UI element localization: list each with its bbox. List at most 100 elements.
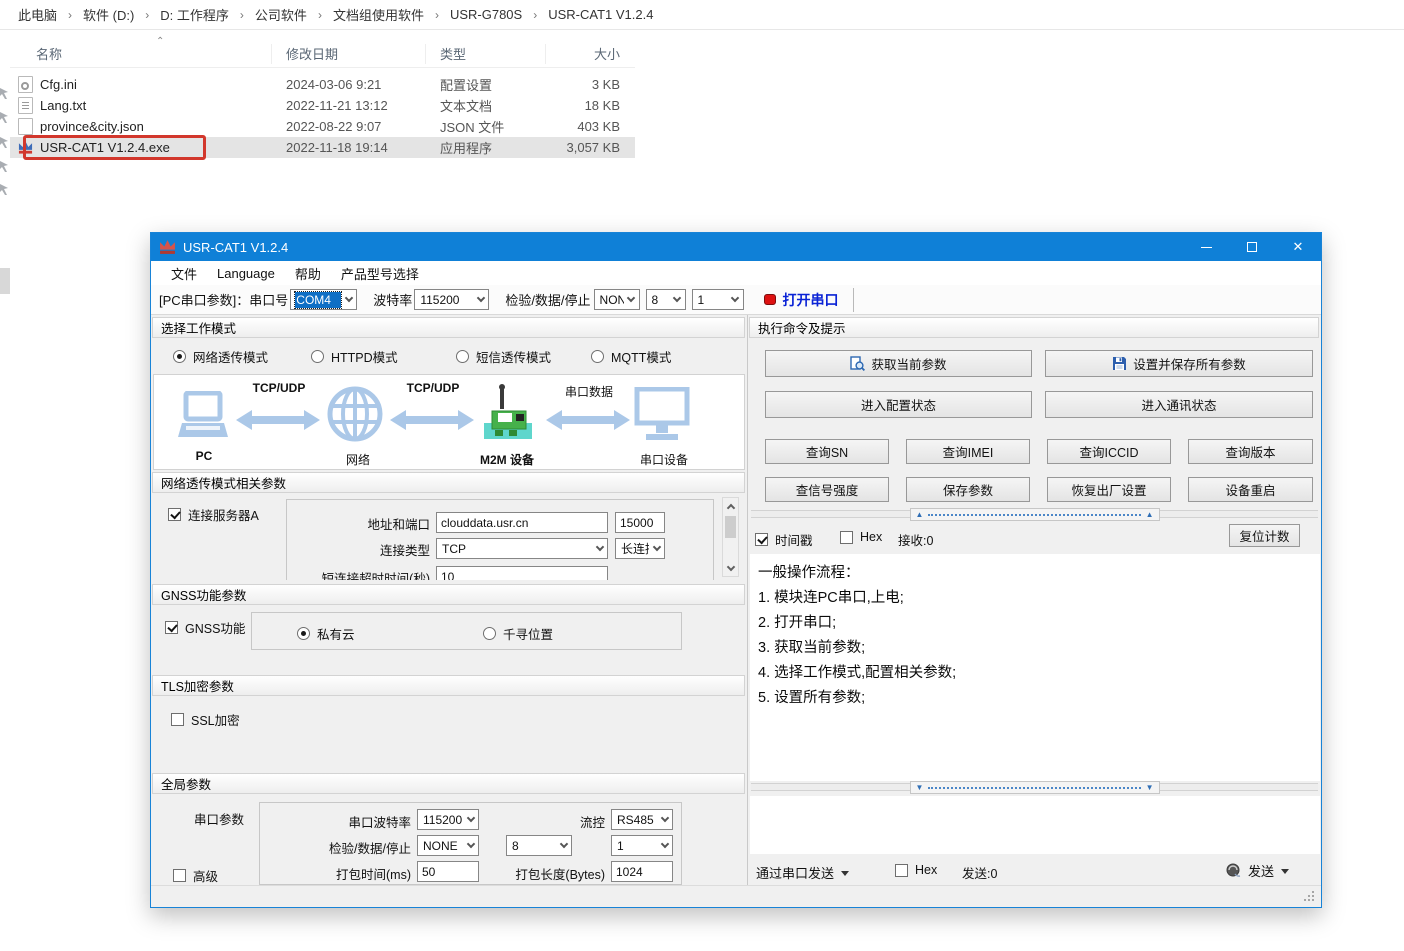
ssl-encrypt-checkbox[interactable]: SSL加密: [171, 710, 240, 729]
pack-time-input[interactable]: 50: [417, 861, 479, 882]
breadcrumb-usr-g780s[interactable]: USR-G780S: [448, 7, 524, 22]
column-header-type[interactable]: 类型: [426, 44, 546, 64]
file-row[interactable]: Lang.txt 2022-11-21 13:12 文本文档 18 KB: [10, 95, 635, 116]
connect-server-a-checkbox[interactable]: 连接服务器A: [168, 505, 259, 524]
send-button[interactable]: 发送: [1226, 861, 1289, 880]
chevron-down-icon[interactable]: [556, 836, 571, 855]
file-row[interactable]: Cfg.ini 2024-03-06 9:21 配置设置 3 KB: [10, 74, 635, 95]
menu-language[interactable]: Language: [207, 266, 285, 281]
collapse-up-icon[interactable]: ▲: [916, 511, 924, 519]
chevron-down-icon[interactable]: [624, 290, 639, 309]
radio-icon[interactable]: [173, 350, 186, 363]
net-params-scrollbar[interactable]: [722, 497, 739, 577]
radio-icon[interactable]: [311, 350, 324, 363]
send-via-serial-dropdown[interactable]: 通过串口发送: [756, 863, 849, 882]
global-parity-select[interactable]: NONE: [417, 835, 479, 856]
enter-config-state-button[interactable]: 进入配置状态: [765, 391, 1032, 418]
open-serial-button[interactable]: 打开串口: [764, 290, 839, 310]
breadcrumb-usr-cat1[interactable]: USR-CAT1 V1.2.4: [546, 7, 655, 22]
radio-icon[interactable]: [591, 350, 604, 363]
radio-net-passthrough[interactable]: 网络透传模式: [173, 347, 268, 366]
chevron-down-icon[interactable]: [657, 836, 672, 855]
collapse-up-icon[interactable]: ▲: [1146, 511, 1154, 519]
receive-log[interactable]: 一般操作流程： 1. 模块连PC串口,上电; 2. 打开串口; 3. 获取当前参…: [750, 554, 1320, 781]
title-bar[interactable]: USR-CAT1 V1.2.4 ✕: [151, 233, 1321, 261]
databits-select[interactable]: 8: [646, 289, 686, 310]
menu-file[interactable]: 文件: [161, 264, 207, 283]
timestamp-checkbox[interactable]: 时间戳: [755, 530, 813, 549]
checkbox-icon[interactable]: [755, 533, 768, 546]
conn-type-select[interactable]: TCP: [436, 538, 608, 559]
chevron-down-icon[interactable]: [341, 290, 356, 309]
checkbox-icon[interactable]: [171, 713, 184, 726]
column-header-date[interactable]: 修改日期: [272, 44, 426, 64]
radio-mqtt-mode[interactable]: MQTT模式: [591, 347, 671, 366]
checkbox-icon[interactable]: [168, 508, 181, 521]
scroll-up-icon[interactable]: [723, 498, 738, 514]
file-row-selected[interactable]: USR-CAT1 V1.2.4.exe 2022-11-18 19:14 应用程…: [10, 137, 635, 158]
menu-help[interactable]: 帮助: [285, 264, 331, 283]
chevron-down-icon[interactable]: [463, 810, 478, 829]
pack-length-input[interactable]: 1024: [611, 861, 673, 882]
query-signal-button[interactable]: 查信号强度: [765, 477, 889, 502]
checkbox-icon[interactable]: [165, 621, 178, 634]
com-port-select[interactable]: COM4: [290, 289, 357, 310]
chevron-down-icon[interactable]: [728, 290, 743, 309]
radio-icon[interactable]: [483, 627, 496, 640]
checkbox-icon[interactable]: [895, 864, 908, 877]
breadcrumb-this-pc[interactable]: 此电脑: [16, 5, 59, 24]
splitter-top[interactable]: ▲▲: [751, 510, 1318, 518]
hex-send-checkbox[interactable]: Hex: [895, 863, 937, 877]
radio-httpd-mode[interactable]: HTTPD模式: [311, 347, 398, 366]
short-conn-timeout-input[interactable]: 10: [436, 566, 608, 580]
column-header-name[interactable]: 名称: [10, 44, 272, 64]
radio-sms-passthrough[interactable]: 短信透传模式: [456, 347, 551, 366]
query-imei-button[interactable]: 查询IMEI: [906, 439, 1030, 464]
enter-comm-state-button[interactable]: 进入通讯状态: [1045, 391, 1313, 418]
serial-baud-select[interactable]: 115200: [417, 809, 479, 830]
global-databits-select[interactable]: 8: [506, 835, 572, 856]
maximize-button[interactable]: [1229, 233, 1275, 261]
keepalive-select[interactable]: 长连接: [615, 538, 665, 559]
file-row[interactable]: province&city.json 2022-08-22 9:07 JSON …: [10, 116, 635, 137]
baud-select[interactable]: 115200: [414, 289, 489, 310]
column-header-size[interactable]: 大小: [546, 44, 630, 64]
breadcrumb-docs-folder[interactable]: 文档组使用软件: [331, 5, 426, 24]
radio-icon[interactable]: [456, 350, 469, 363]
reset-counter-button[interactable]: 复位计数: [1229, 524, 1300, 547]
chevron-down-icon[interactable]: [463, 836, 478, 855]
set-save-all-button[interactable]: 设置并保存所有参数: [1045, 350, 1313, 377]
global-stopbits-select[interactable]: 1: [611, 835, 673, 856]
query-version-button[interactable]: 查询版本: [1188, 439, 1313, 464]
radio-icon[interactable]: [297, 627, 310, 640]
collapse-down-icon[interactable]: ▼: [916, 784, 924, 792]
collapse-down-icon[interactable]: ▼: [1146, 784, 1154, 792]
gnss-enable-checkbox[interactable]: GNSS功能: [165, 618, 245, 637]
checkbox-icon[interactable]: [840, 531, 853, 544]
chevron-down-icon[interactable]: [473, 290, 488, 309]
query-iccid-button[interactable]: 查询ICCID: [1047, 439, 1171, 464]
server-address-input[interactable]: clouddata.usr.cn: [436, 512, 608, 533]
chevron-down-icon[interactable]: [657, 810, 672, 829]
private-cloud-radio[interactable]: 私有云: [297, 624, 355, 643]
scrollbar-thumb[interactable]: [725, 516, 736, 538]
chevron-down-icon[interactable]: [649, 539, 664, 558]
flow-control-select[interactable]: RS485: [611, 809, 673, 830]
close-button[interactable]: ✕: [1275, 233, 1321, 261]
checkbox-icon[interactable]: [173, 869, 186, 882]
resize-grip[interactable]: [1312, 899, 1314, 901]
hex-recv-checkbox[interactable]: Hex: [840, 530, 882, 544]
chevron-down-icon[interactable]: [670, 290, 685, 309]
breadcrumb-work-folder[interactable]: D: 工作程序: [158, 5, 231, 24]
advanced-checkbox[interactable]: 高级: [173, 866, 218, 885]
get-params-button[interactable]: 获取当前参数: [765, 350, 1032, 377]
parity-select[interactable]: NONI: [594, 289, 640, 310]
minimize-button[interactable]: [1183, 233, 1229, 261]
breadcrumb-company-folder[interactable]: 公司软件: [253, 5, 309, 24]
breadcrumb-drive-d[interactable]: 软件 (D:): [81, 5, 136, 24]
splitter-bottom[interactable]: ▼▼: [751, 783, 1318, 791]
stopbits-select[interactable]: 1: [692, 289, 744, 310]
menu-product-model[interactable]: 产品型号选择: [331, 264, 429, 283]
query-sn-button[interactable]: 查询SN: [765, 439, 889, 464]
chevron-down-icon[interactable]: [592, 539, 607, 558]
